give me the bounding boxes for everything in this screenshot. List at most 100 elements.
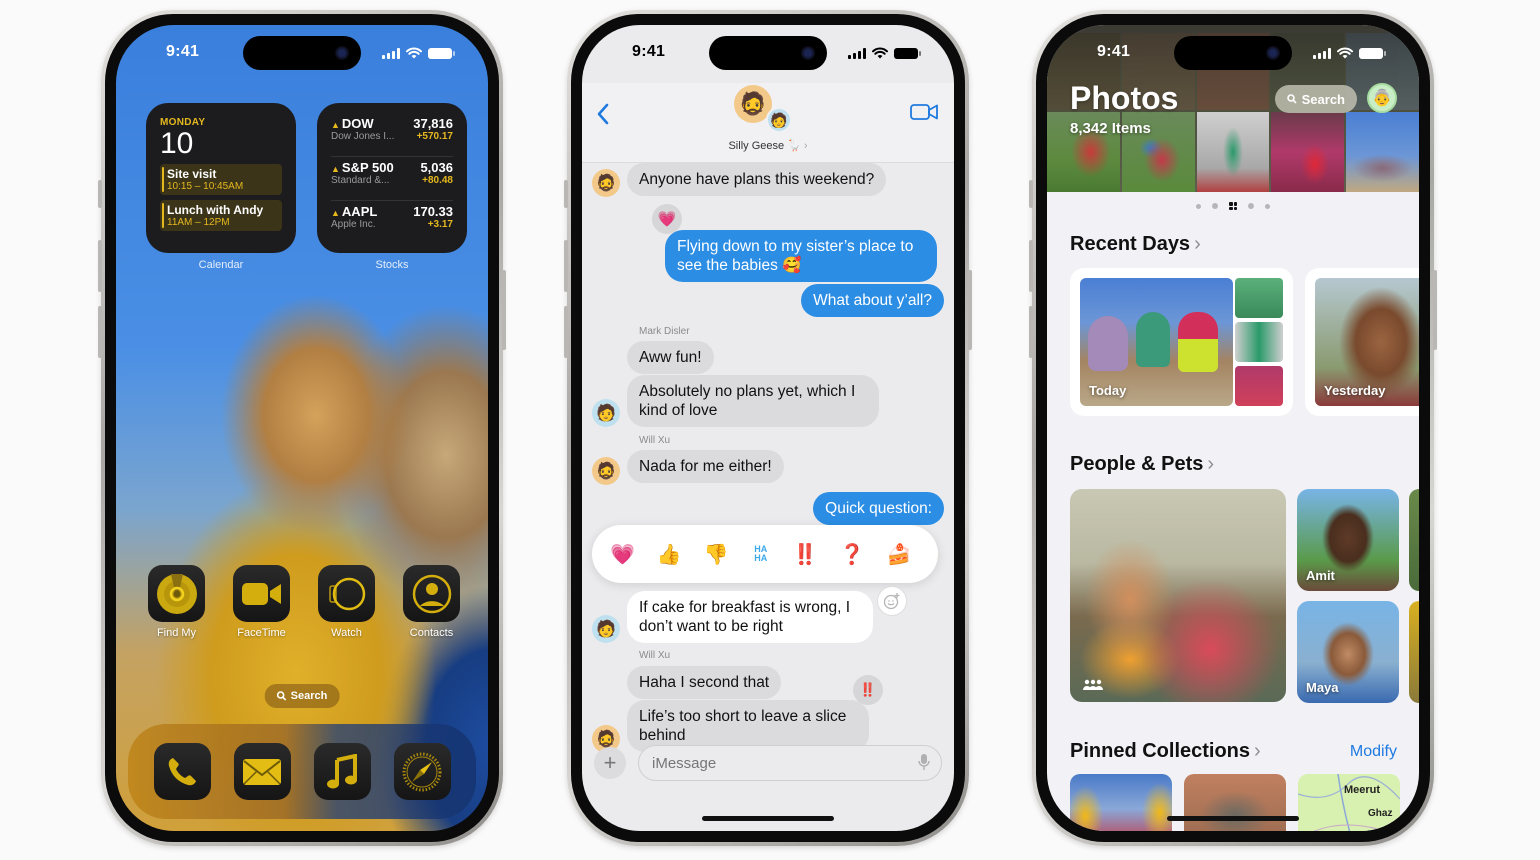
group-avatar-mark[interactable]: 🧑 xyxy=(766,107,792,133)
section-recent-days[interactable]: Recent Days › xyxy=(1070,233,1201,256)
app-row: Find My FaceTime Watch Contacts xyxy=(148,565,460,639)
volume-down-button xyxy=(564,306,568,358)
up-triangle-icon: ▲ xyxy=(331,120,340,130)
person-tile-amit[interactable]: Amit xyxy=(1297,489,1399,591)
photo-thumbnail[interactable] xyxy=(1346,112,1419,192)
modify-button[interactable]: Modify xyxy=(1350,743,1397,761)
recent-day-card-yesterday[interactable]: Yesterday xyxy=(1305,268,1419,416)
avatar-mark: 🧑 xyxy=(592,399,620,427)
message-bubble-outgoing[interactable]: Quick question: xyxy=(813,492,944,525)
search-button[interactable]: Search xyxy=(1274,85,1357,113)
message-bubble-incoming[interactable]: If cake for breakfast is wrong, I don’t … xyxy=(627,591,873,643)
reaction-haha[interactable]: HA HA xyxy=(751,545,771,563)
page-dot[interactable] xyxy=(1212,203,1218,209)
message-bubble-outgoing[interactable]: What about y’all? xyxy=(801,284,944,317)
reaction-exclamation[interactable]: ‼️ xyxy=(793,542,818,567)
page-dot[interactable] xyxy=(1196,203,1201,209)
chevron-right-icon: › xyxy=(1254,740,1261,762)
page-dot[interactable] xyxy=(1265,203,1270,209)
microphone-icon[interactable] xyxy=(918,753,930,776)
page-indicator[interactable] xyxy=(1047,202,1419,210)
facetime-video-icon[interactable] xyxy=(910,103,938,126)
reaction-heart[interactable]: 💗 xyxy=(610,542,635,567)
section-title: Pinned Collections xyxy=(1070,740,1251,762)
battery-icon xyxy=(894,47,921,59)
message-bubble-incoming[interactable]: Nada for me either! xyxy=(627,450,784,483)
stock-row[interactable]: ▲ DOW 37,816 Dow Jones I... +570.17 xyxy=(331,113,453,157)
stock-row[interactable]: ▲ AAPL 170.33 Apple Inc. +3.17 xyxy=(331,201,453,245)
reaction-question[interactable]: ❓ xyxy=(840,542,865,567)
phone-icon[interactable] xyxy=(153,743,211,800)
stock-row[interactable]: ▲ S&P 500 5,036 Standard &... +80.48 xyxy=(331,157,453,201)
home-indicator[interactable] xyxy=(1167,816,1299,821)
profile-avatar[interactable]: 👵 xyxy=(1367,83,1397,113)
tapback-reaction-bar: 💗 👍 👎 HA HA ‼️ ❓ 🍰 🍌 xyxy=(592,525,938,583)
chevron-right-icon: › xyxy=(1194,233,1201,255)
music-icon[interactable] xyxy=(313,743,371,800)
stocks-widget[interactable]: ▲ DOW 37,816 Dow Jones I... +570.17 ▲ S&P 50… xyxy=(317,103,467,253)
photo-thumbnail[interactable] xyxy=(1196,112,1270,192)
message-bubble-incoming[interactable]: Haha I second that xyxy=(627,666,782,699)
pinned-map-tile[interactable]: Meerut Ghaz xyxy=(1298,774,1400,831)
cellular-signal-icon xyxy=(382,47,400,59)
stock-price: 5,036 xyxy=(420,160,453,175)
person-tile-maya[interactable]: Maya xyxy=(1297,601,1399,703)
app-watch[interactable]: Watch xyxy=(318,565,375,639)
home-indicator[interactable] xyxy=(702,816,834,821)
stock-name: Dow Jones I... xyxy=(331,131,395,142)
phone-messages: 9:41 🧔 🧑 Silly Geese 🪿 › 🧔 Anyone have p… xyxy=(564,10,972,846)
app-find-my[interactable]: Find My xyxy=(148,565,205,639)
section-people-pets[interactable]: People & Pets › xyxy=(1070,453,1214,476)
event-title: Lunch with Andy xyxy=(167,203,264,217)
photo-thumbnail[interactable] xyxy=(1271,112,1345,192)
back-chevron-icon[interactable] xyxy=(596,101,610,132)
imessage-input[interactable] xyxy=(638,745,942,781)
message-bubble-outgoing[interactable]: Flying down to my sister’s place to see … xyxy=(665,230,937,282)
plus-icon[interactable]: + xyxy=(594,747,626,779)
group-name-button[interactable]: Silly Geese 🪿 › xyxy=(582,139,954,152)
person-tile-partial[interactable] xyxy=(1409,601,1419,703)
sender-name: Will Xu xyxy=(639,435,671,446)
message-bubble-incoming[interactable]: Anyone have plans this weekend? xyxy=(627,163,887,196)
volume-down-button xyxy=(98,306,102,358)
add-emoji-reaction-button[interactable] xyxy=(877,586,907,616)
reaction-thumbs-up[interactable]: 👍 xyxy=(657,542,682,567)
pinned-collection-tile[interactable] xyxy=(1184,774,1286,831)
calendar-widget[interactable]: MONDAY 10 Site visit 10:15 – 10:45AM Lun… xyxy=(146,103,296,253)
page-dot[interactable] xyxy=(1248,203,1254,209)
status-time: 9:41 xyxy=(166,43,200,60)
calendar-event[interactable]: Lunch with Andy 11AM – 12PM xyxy=(160,200,282,231)
message-bubble-incoming[interactable]: Absolutely no plans yet, which I kind of… xyxy=(627,375,879,427)
status-time: 9:41 xyxy=(1097,43,1131,60)
reaction-banana[interactable]: 🍌 xyxy=(933,542,938,567)
tile-label: Yesterday xyxy=(1324,383,1386,398)
contacts-icon xyxy=(403,565,460,622)
exclamation-icon: ‼️ xyxy=(859,682,877,697)
status-time: 9:41 xyxy=(632,43,666,60)
battery-icon xyxy=(428,47,455,59)
recent-day-card-today[interactable]: Today xyxy=(1070,268,1293,416)
reaction-cake[interactable]: 🍰 xyxy=(887,542,912,567)
section-title: People & Pets xyxy=(1070,453,1204,475)
safari-icon[interactable] xyxy=(393,743,451,800)
pinned-collection-tile[interactable] xyxy=(1070,774,1172,831)
tapback-heart[interactable]: 💗 xyxy=(652,204,682,234)
app-contacts[interactable]: Contacts xyxy=(403,565,460,639)
section-pinned-collections[interactable]: Pinned Collections › xyxy=(1070,740,1261,763)
stock-price: 37,816 xyxy=(413,116,453,131)
search-label: Search xyxy=(1301,91,1345,107)
app-facetime[interactable]: FaceTime xyxy=(233,565,290,639)
calendar-date: 10 xyxy=(160,127,194,160)
calendar-event[interactable]: Site visit 10:15 – 10:45AM xyxy=(160,164,282,195)
grid-page-icon[interactable] xyxy=(1229,202,1237,210)
reaction-thumbs-down[interactable]: 👎 xyxy=(704,542,729,567)
app-label: FaceTime xyxy=(237,627,286,639)
person-tile-partial[interactable] xyxy=(1409,489,1419,591)
mail-icon[interactable] xyxy=(233,743,291,800)
app-label: Contacts xyxy=(409,627,454,639)
tile-label: Today xyxy=(1089,383,1127,398)
home-search-button[interactable]: Search xyxy=(264,684,340,708)
message-bubble-incoming[interactable]: Aww fun! xyxy=(627,341,714,374)
volume-up-button xyxy=(98,240,102,292)
people-group-tile[interactable] xyxy=(1070,489,1286,702)
